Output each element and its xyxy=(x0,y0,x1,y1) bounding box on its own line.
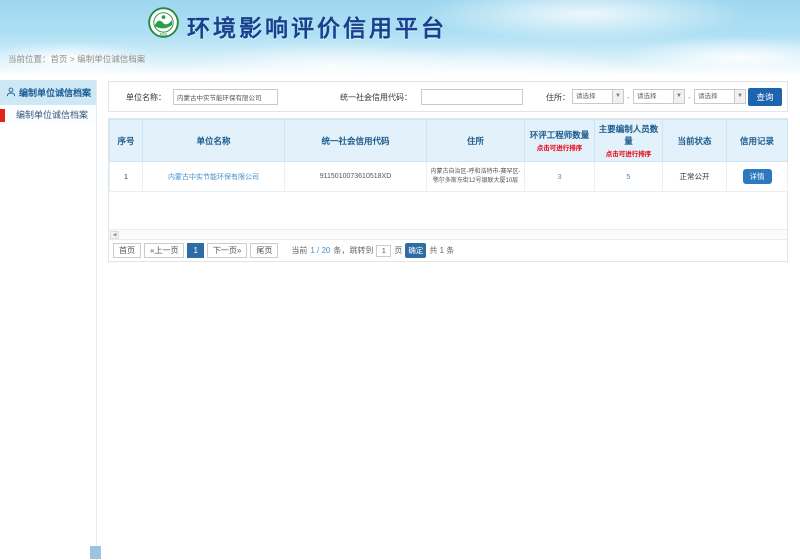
chevron-down-icon[interactable]: ▼ xyxy=(673,90,684,103)
search-form: 单位名称： 统一社会信用代码： 住所： 请选择 ▼ - 请选择 ▼ - 请选择 … xyxy=(108,81,788,112)
city-select[interactable]: 请选择 ▼ xyxy=(633,89,685,104)
svg-text:MEE: MEE xyxy=(160,32,168,36)
chevron-down-icon[interactable]: ▼ xyxy=(734,90,745,103)
breadcrumb-home-link[interactable]: 首页 xyxy=(51,54,68,64)
company-name-label: 单位名称： xyxy=(126,92,166,103)
city-select-value: 请选择 xyxy=(634,90,673,103)
col-engineer-count-label: 环评工程师数量 xyxy=(526,129,593,141)
results-table: 序号 单位名称 统一社会信用代码 住所 环评工程师数量 点击可进行排序 主要编制… xyxy=(109,119,788,192)
staff-count-link[interactable]: 5 xyxy=(626,172,630,181)
row-address: 内蒙古自治区-呼和浩特市-赛罕区-鄂尔多斯东街12号银联大厦10层 xyxy=(427,162,525,192)
pagination-current-label: 当前 xyxy=(291,245,307,256)
row-status: 正常公开 xyxy=(663,162,727,192)
pagination-count: 1 / 20 xyxy=(310,246,330,255)
address-label: 住所： xyxy=(546,92,570,103)
sort-hint: 点击可进行排序 xyxy=(596,148,661,158)
chevron-down-icon[interactable]: ▼ xyxy=(612,90,623,103)
pagination-page-label: 页 xyxy=(394,245,402,256)
top-banner: MEE 环境影响评价信用平台 当前位置：首页 > 编制单位诚信档案 xyxy=(0,0,800,76)
col-staff-count-label: 主要编制人员数量 xyxy=(596,123,661,147)
credit-code-label: 统一社会信用代码： xyxy=(340,92,412,103)
breadcrumb-separator: > xyxy=(70,54,75,64)
pagination-info: 当前 1 / 20 条，跳转到 页 确定 共 1 条 xyxy=(291,243,454,258)
last-page-button[interactable]: 尾页 xyxy=(250,243,278,258)
sort-hint: 点击可进行排序 xyxy=(526,142,593,152)
pagination-mid-label: 条，跳转到 xyxy=(333,245,373,256)
prev-page-button[interactable]: «上一页 xyxy=(144,243,184,258)
credit-code-input[interactable] xyxy=(421,89,523,105)
results-table-container: 序号 单位名称 统一社会信用代码 住所 环评工程师数量 点击可进行排序 主要编制… xyxy=(108,118,788,262)
company-name-input[interactable] xyxy=(173,89,278,105)
first-page-button[interactable]: 首页 xyxy=(113,243,141,258)
address-dash: - xyxy=(627,93,630,102)
next-page-button[interactable]: 下一页» xyxy=(207,243,247,258)
col-address: 住所 xyxy=(427,120,525,162)
sidebar-header-label: 编制单位诚信档案 xyxy=(19,86,91,99)
col-staff-count-sortable[interactable]: 主要编制人员数量 点击可进行排序 xyxy=(595,120,663,162)
mee-logo-icon: MEE xyxy=(148,7,179,38)
province-select[interactable]: 请选择 ▼ xyxy=(572,89,624,104)
engineer-count-link[interactable]: 3 xyxy=(557,172,561,181)
col-index: 序号 xyxy=(110,120,143,162)
sidebar-divider xyxy=(96,80,97,560)
row-credit-code: 9115010073610518XD xyxy=(285,162,427,192)
breadcrumb-current: 编制单位诚信档案 xyxy=(77,54,145,64)
row-index: 1 xyxy=(110,162,143,192)
col-status: 当前状态 xyxy=(663,120,727,162)
scroll-left-icon[interactable]: ◀ xyxy=(110,231,119,239)
col-engineer-count-sortable[interactable]: 环评工程师数量 点击可进行排序 xyxy=(525,120,595,162)
address-dash: - xyxy=(688,93,691,102)
page-title: 环境影响评价信用平台 xyxy=(187,9,447,43)
jump-confirm-button[interactable]: 确定 xyxy=(405,243,426,258)
breadcrumb-label: 当前位置： xyxy=(8,54,51,64)
district-select-value: 请选择 xyxy=(695,90,734,103)
sidebar: 编制单位诚信档案 编制单位诚信档案 xyxy=(0,80,96,560)
page-jump-input[interactable] xyxy=(376,245,391,257)
col-credit-code: 统一社会信用代码 xyxy=(285,120,427,162)
query-button[interactable]: 查询 xyxy=(748,88,782,106)
sidebar-item-label: 编制单位诚信档案 xyxy=(16,110,88,120)
district-select[interactable]: 请选择 ▼ xyxy=(694,89,746,104)
pagination: 首页 «上一页 1 下一页» 尾页 当前 1 / 20 条，跳转到 页 确定 共… xyxy=(109,240,787,261)
pagination-total: 共 1 条 xyxy=(429,245,454,256)
page-1-button[interactable]: 1 xyxy=(187,243,203,258)
sidebar-menu-header[interactable]: 编制单位诚信档案 xyxy=(0,80,96,105)
table-row: 1 内蒙古中实节能环保有限公司 9115010073610518XD 内蒙古自治… xyxy=(110,162,788,192)
sidebar-item-credit-archive[interactable]: 编制单位诚信档案 xyxy=(0,105,96,126)
province-select-value: 请选择 xyxy=(573,90,612,103)
horizontal-scrollbar[interactable]: ◀ xyxy=(109,229,787,240)
table-header-row: 序号 单位名称 统一社会信用代码 住所 环评工程师数量 点击可进行排序 主要编制… xyxy=(110,120,788,162)
company-name-link[interactable]: 内蒙古中实节能环保有限公司 xyxy=(168,174,259,181)
breadcrumb: 当前位置：首页 > 编制单位诚信档案 xyxy=(8,53,145,65)
col-company-name: 单位名称 xyxy=(143,120,285,162)
col-credit-record: 信用记录 xyxy=(727,120,788,162)
detail-button[interactable]: 详情 xyxy=(743,169,772,184)
scroll-corner-widget[interactable] xyxy=(90,546,101,559)
page: MEE 环境影响评价信用平台 当前位置：首页 > 编制单位诚信档案 编制单位诚信… xyxy=(0,0,800,560)
person-icon xyxy=(6,87,16,99)
active-item-marker xyxy=(0,109,5,122)
